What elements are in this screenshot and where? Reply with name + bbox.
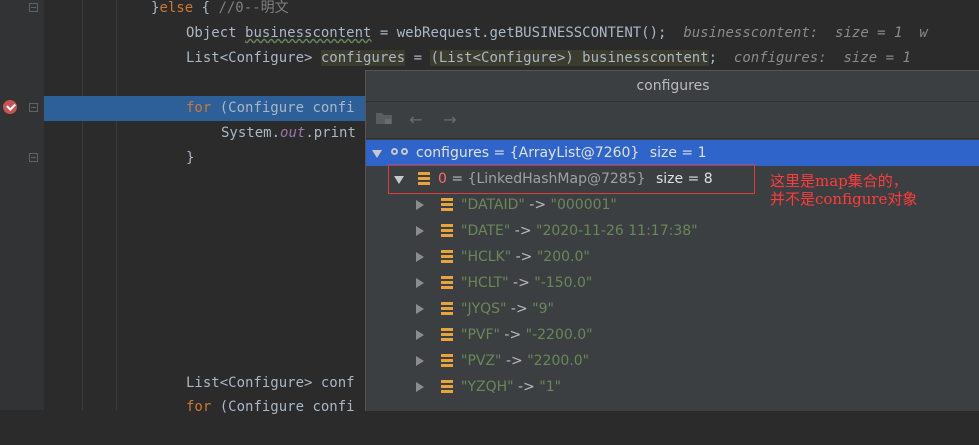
code-line[interactable]: }else { //0--明文	[44, 0, 979, 21]
tree-row-root[interactable]: configures = {ArrayList@7260} size = 1	[366, 140, 979, 166]
tree-row-entry[interactable]: "HCLK" -> "200.0"	[366, 244, 979, 270]
field-icon	[441, 198, 453, 211]
tree-row-entry[interactable]: "PVF" -> "-2200.0"	[366, 322, 979, 348]
collapse-arrow-icon[interactable]	[416, 252, 424, 262]
collapse-arrow-icon[interactable]	[416, 382, 424, 392]
code-line[interactable]: Object businesscontent = webRequest.getB…	[44, 21, 979, 46]
fold-marker[interactable]	[29, 3, 38, 12]
editor-gutter[interactable]	[0, 0, 44, 410]
collapse-arrow-icon[interactable]	[416, 330, 424, 340]
fold-marker[interactable]	[29, 103, 38, 112]
annotation-highlight-box	[388, 164, 755, 194]
field-icon	[441, 302, 453, 315]
field-icon	[441, 250, 453, 263]
fold-marker[interactable]	[29, 153, 38, 162]
popup-toolbar: ← →	[366, 102, 979, 139]
watch-glasses-icon	[391, 146, 411, 158]
collapse-arrow-icon[interactable]	[416, 278, 424, 288]
field-icon	[441, 276, 453, 289]
code-line[interactable]: List<Configure> configures = (List<Confi…	[44, 46, 979, 71]
field-icon	[441, 354, 453, 367]
field-icon	[441, 380, 453, 393]
inline-debug-hint: businesscontent: size = 1 w	[666, 25, 928, 41]
collapse-arrow-icon[interactable]	[416, 226, 424, 236]
tree-row-entry[interactable]: "PVZ" -> "2200.0"	[366, 348, 979, 374]
variable-inspector-popup[interactable]: configures ← → configures = {ArrayList@7…	[365, 70, 979, 411]
collapse-arrow-icon[interactable]	[416, 356, 424, 366]
tree-row-entry[interactable]: "JYQS" -> "9"	[366, 296, 979, 322]
inline-debug-hint: configures: size = 1	[717, 50, 911, 66]
breakpoint-icon[interactable]	[3, 100, 17, 114]
arrow-left-icon[interactable]: ←	[406, 110, 426, 130]
tree-row-entry[interactable]: "HCLT" -> "-150.0"	[366, 270, 979, 296]
arrow-right-icon[interactable]: →	[440, 110, 460, 130]
field-icon	[441, 224, 453, 237]
tree-row-entry[interactable]: "DATE" -> "2020-11-26 11:17:38"	[366, 218, 979, 244]
annotation-note: 这里是map集合的， 并不是configure对象	[770, 172, 918, 208]
tree-row-entry[interactable]: "YZQH" -> "1"	[366, 374, 979, 400]
popup-title: configures	[366, 71, 979, 102]
collapse-arrow-icon[interactable]	[416, 304, 424, 314]
folder-icon[interactable]	[374, 110, 394, 130]
expand-arrow-icon[interactable]	[372, 150, 382, 158]
field-icon	[441, 328, 453, 341]
collapse-arrow-icon[interactable]	[416, 200, 424, 210]
